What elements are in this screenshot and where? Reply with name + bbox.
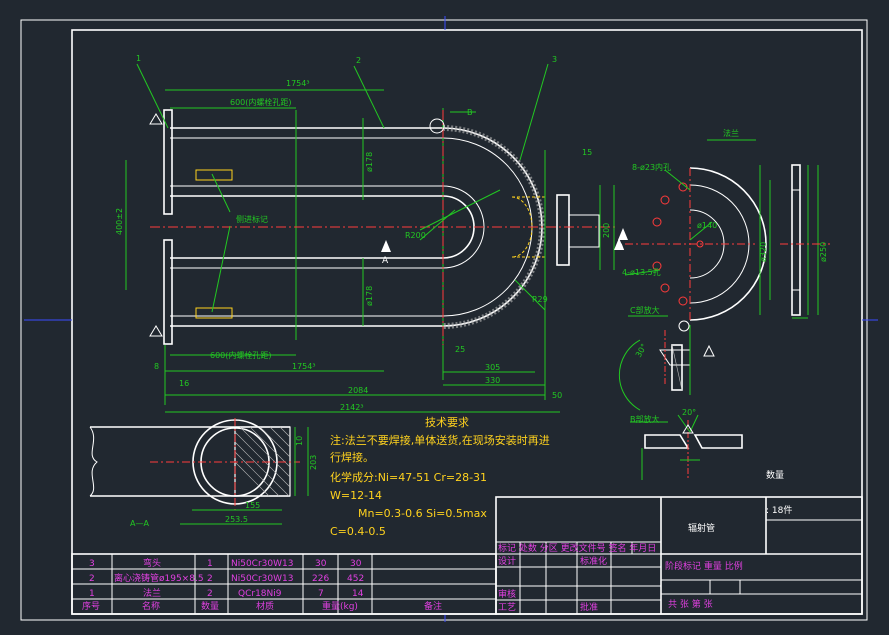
callout-1: 1 (136, 54, 141, 63)
tech-line-1: 注:法兰不要焊接,单体送货,在现场安装时再进 (330, 433, 550, 447)
bom-row-1-w2: 30 (350, 559, 362, 569)
dim-200: 200 (602, 223, 611, 238)
flange-phi250: ø250 (819, 242, 828, 262)
bom-row-2-no: 2 (89, 574, 95, 584)
dim-175-bot: 1754³ (292, 362, 316, 371)
bom-row-3-no: 1 (89, 589, 95, 599)
bom-row-2-w1: 226 (312, 574, 329, 584)
bom-row-3-qty: 2 (207, 589, 213, 599)
dim-25: 25 (455, 345, 465, 354)
detail-c-label: C部放大 (630, 305, 660, 315)
dim-r200: R200 (405, 231, 426, 240)
dim-600-bot: 600(内螺栓孔距) (210, 350, 272, 360)
dim-50: 50 (552, 391, 562, 400)
dim-8: 8 (154, 362, 159, 371)
dim-r29: R29 (532, 295, 548, 304)
dim-175-top: 1754³ (286, 79, 310, 88)
tech-line-4: W=12-14 (330, 489, 382, 502)
dim-600-top: 600(内螺栓孔距) (230, 97, 292, 107)
flange-side-view (759, 164, 830, 319)
sheets-label: 共 张 第 张 (668, 598, 713, 610)
dim-330: 330 (485, 376, 500, 385)
bom-row-1-name: 弯头 (143, 557, 161, 569)
callout-b: B (467, 108, 473, 117)
dim-400: 400±2 (115, 208, 124, 235)
tech-line-6: C=0.4-0.5 (330, 525, 386, 538)
bom-header-weight: 重量(kg) (322, 600, 358, 612)
side-entry-mark: 侧进标记 (236, 214, 268, 224)
bom-row-3-w1: 7 (318, 589, 324, 599)
bom-header-name: 名称 (142, 600, 160, 612)
section-dim-155: 155 (245, 501, 260, 510)
dim-15: 15 (582, 148, 592, 157)
tech-line-2: 行焊接。 (330, 450, 374, 464)
u-tube-view (125, 63, 628, 413)
tech-line-5: Mn=0.3-0.6 Si=0.5max (358, 507, 487, 520)
bom-row-3-w2: 14 (352, 589, 364, 599)
bom-header-qty: 数量 (201, 600, 219, 612)
tech-requirements: 技术要求 注:法兰不要焊接,单体送货,在现场安装时再进 行焊接。 化学成分:Ni… (330, 416, 550, 538)
outer-frame (20, 19, 868, 621)
section-letter-a1: A (382, 256, 389, 266)
bom-row-3-material: QCr18Ni9 (238, 589, 282, 599)
bom-row-2-w2: 452 (347, 574, 364, 584)
dimension-labels: 1754³ 600(内螺栓孔距) 600(内螺栓孔距) 1754³ 2084 2… (115, 54, 828, 528)
section-dim-203: 203 (309, 455, 318, 470)
dim-16: 16 (179, 379, 189, 388)
bom-row-3-name: 法兰 (143, 587, 161, 599)
quantity-note: 数量 : 18件 (766, 469, 792, 516)
dim-2142: 2142³ (340, 403, 364, 412)
flange-holes-4: 4-ø13.5孔 (622, 268, 661, 277)
cad-drawing: 1754³ 600(内螺栓孔距) 600(内螺栓孔距) 1754³ 2084 2… (20, 16, 878, 622)
dim-305: 305 (485, 363, 500, 372)
section-aa-label: A—A (130, 519, 149, 528)
bom-row-2-qty: 2 (207, 574, 213, 584)
standard-label: 标准化 (580, 555, 607, 567)
detail-b-label: B部放大 (630, 414, 660, 424)
bom-row-1-w1: 30 (315, 559, 327, 569)
dim-2084: 2084 (348, 386, 368, 395)
detail-c (618, 315, 715, 411)
flange-title: 法兰 (723, 128, 739, 138)
approve-label: 批准 (580, 601, 598, 613)
callout-3: 3 (552, 55, 557, 64)
process-label: 工艺 (498, 602, 516, 613)
detail-b-angle: 20° (682, 408, 696, 417)
quantity-value: : 18件 (766, 504, 792, 516)
bom-header-no: 序号 (82, 600, 100, 612)
part-name: 辐射管 (688, 522, 715, 534)
design-label: 设计 (498, 555, 516, 567)
flange-holes-8: 8-ø23内孔 (632, 162, 671, 172)
tech-line-3: 化学成分:Ni=47-51 Cr=28-31 (330, 470, 487, 484)
quantity-label: 数量 (766, 469, 784, 481)
review-label: 审核 (498, 588, 516, 600)
section-letter-a2: A (618, 243, 625, 253)
bom-row-1-qty: 1 (207, 559, 213, 569)
detail-b (630, 414, 743, 480)
tech-title: 技术要求 (425, 416, 469, 429)
phi178-bottom: ø178 (365, 286, 374, 306)
section-dim-2535: 253.5 (225, 515, 248, 524)
title-block (495, 496, 863, 615)
bom-row-2-name: 离心浇铸管ø195×8.5 (114, 572, 204, 584)
bom-row-2-material: Ni50Cr30W13 (231, 574, 293, 584)
flange-phi320: ø320 (759, 242, 768, 262)
bom-row-1-material: Ni50Cr30W13 (231, 559, 293, 569)
section-aa (89, 418, 309, 525)
revision-header: 标记 处数 分区 更改文件号 签名 年月日 (498, 542, 656, 554)
phi178-top: ø178 (365, 152, 374, 172)
section-dim-10: 10 (295, 436, 304, 446)
bom-row-1-no: 3 (89, 559, 95, 569)
callout-2: 2 (356, 56, 361, 65)
bom-header-note: 备注 (424, 600, 442, 612)
flange-phi140: ø140 (697, 221, 717, 230)
detail-c-angle: 30° (634, 342, 649, 359)
stage-label: 阶段标记 重量 比例 (665, 560, 743, 572)
bom-header-material: 材质 (256, 600, 274, 612)
